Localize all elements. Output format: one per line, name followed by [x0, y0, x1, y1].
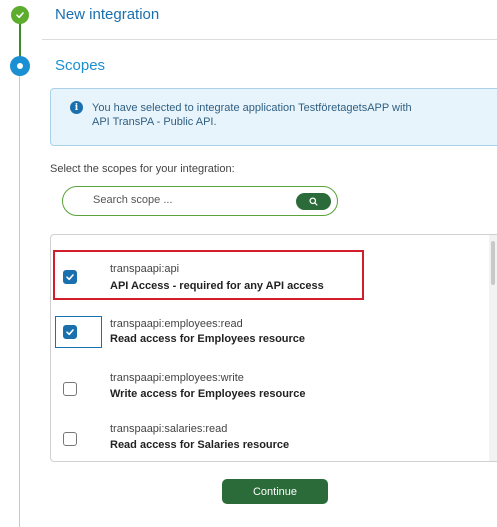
scope-name: transpaapi:employees:write	[110, 372, 244, 384]
stepper-line	[19, 76, 20, 527]
highlight-annotation	[53, 250, 364, 300]
scope-description: Write access for Employees resource	[110, 388, 306, 400]
divider	[42, 39, 497, 40]
info-text-line-2: API TransPA - Public API.	[92, 116, 217, 128]
scope-name: transpaapi:employees:read	[110, 318, 243, 330]
step-title-new-integration[interactable]: New integration	[55, 6, 159, 23]
search-scope-input[interactable]	[93, 194, 263, 206]
stepper-line-completed	[19, 22, 21, 58]
info-text-line-1: You have selected to integrate applicati…	[92, 102, 412, 114]
scope-row-employees-read[interactable]: transpaapi:employees:read Read access fo…	[51, 315, 481, 363]
search-icon	[309, 197, 318, 206]
scope-checkbox-employees-write[interactable]	[63, 382, 77, 396]
search-button[interactable]	[296, 193, 331, 210]
scopes-instruction-label: Select the scopes for your integration:	[50, 163, 235, 175]
scope-checkbox-salaries-read[interactable]	[63, 432, 77, 446]
scope-name: transpaapi:salaries:read	[110, 423, 228, 435]
focus-outline	[55, 316, 102, 348]
scope-row-employees-write[interactable]: transpaapi:employees:write Write access …	[51, 369, 481, 417]
search-scope-box	[62, 186, 338, 216]
info-alert: i You have selected to integrate applica…	[50, 88, 497, 146]
step-active-indicator	[10, 56, 30, 76]
step-completed-indicator	[11, 6, 29, 24]
scope-list-scrollbar[interactable]	[489, 235, 497, 461]
scope-description: Read access for Salaries resource	[110, 439, 290, 451]
info-text: You have selected to integrate applicati…	[92, 101, 472, 129]
step-dot	[17, 63, 23, 69]
step-title-scopes: Scopes	[55, 57, 106, 74]
scope-description: Read access for Employees resource	[110, 333, 306, 345]
checkmark-icon	[16, 12, 24, 19]
scope-row-salaries-read[interactable]: transpaapi:salaries:read Read access for…	[51, 423, 481, 461]
scrollbar-thumb[interactable]	[491, 241, 495, 285]
continue-button[interactable]: Continue	[222, 479, 328, 504]
info-icon: i	[70, 101, 83, 114]
